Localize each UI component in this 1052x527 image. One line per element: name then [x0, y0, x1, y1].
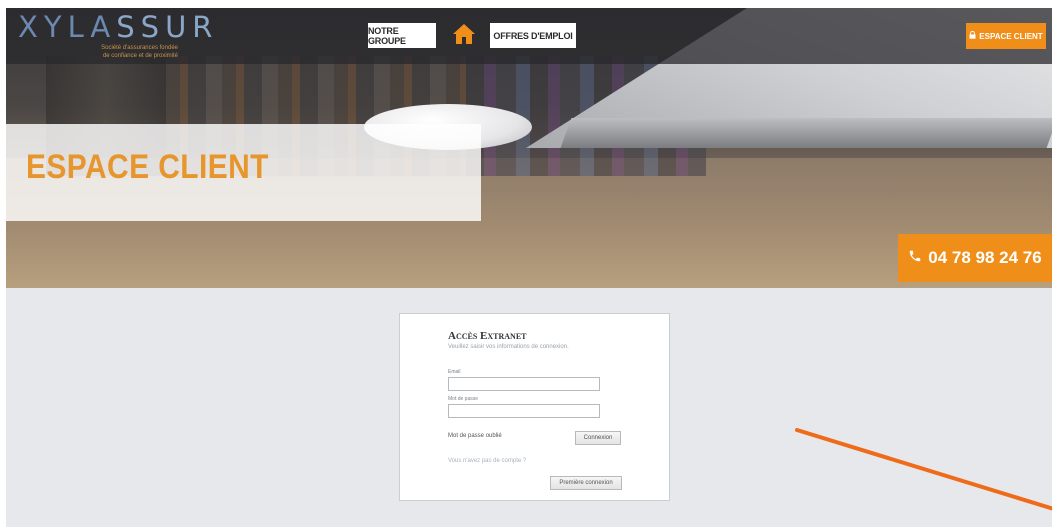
password-field[interactable]: [448, 404, 600, 418]
login-subtitle: Veuillez saisir vos informations de conn…: [448, 344, 569, 350]
email-field[interactable]: [448, 377, 600, 391]
page-title: ESPACE CLIENT: [26, 148, 269, 186]
logo[interactable]: XYLASSUR Société d'assurances fondée de …: [18, 10, 218, 60]
espace-client-label: ESPACE CLIENT: [979, 31, 1043, 41]
forgot-password-link[interactable]: Mot de passe oublié: [448, 433, 502, 439]
nav-notre-groupe[interactable]: NOTRE GROUPE: [368, 23, 436, 48]
annotation-arrow: [791, 428, 1052, 527]
espace-client-button[interactable]: ESPACE CLIENT: [966, 23, 1046, 49]
top-bar: XYLASSUR Société d'assurances fondée de …: [6, 8, 1052, 64]
password-label: Mot de passe: [448, 396, 479, 402]
no-account-text: Vous n'avez pas de compte ?: [448, 458, 527, 464]
hero-banner: XYLASSUR Société d'assurances fondée de …: [6, 8, 1052, 288]
logo-suffix: SSUR: [116, 10, 219, 44]
email-label: Email: [448, 369, 461, 375]
phone-number: 04 78 98 24 76: [928, 248, 1042, 267]
connexion-button[interactable]: Connexion: [575, 431, 621, 445]
premiere-connexion-button[interactable]: Première connexion: [550, 476, 622, 490]
login-title: Accès Extranet: [448, 330, 527, 342]
phone-badge[interactable]: 04 78 98 24 76: [898, 234, 1052, 282]
login-card: Accès Extranet Veuillez saisir vos infor…: [399, 313, 670, 501]
phone-icon: [908, 248, 922, 268]
lock-icon: [969, 30, 976, 41]
logo-prefix: XYLA: [18, 10, 117, 44]
nav-offres-emploi[interactable]: OFFRES D'EMPLOI: [490, 23, 576, 48]
logo-tagline: Société d'assurances fondée de confiance…: [101, 45, 178, 59]
page: XYLASSUR Société d'assurances fondée de …: [6, 8, 1052, 527]
home-icon[interactable]: [452, 22, 476, 46]
